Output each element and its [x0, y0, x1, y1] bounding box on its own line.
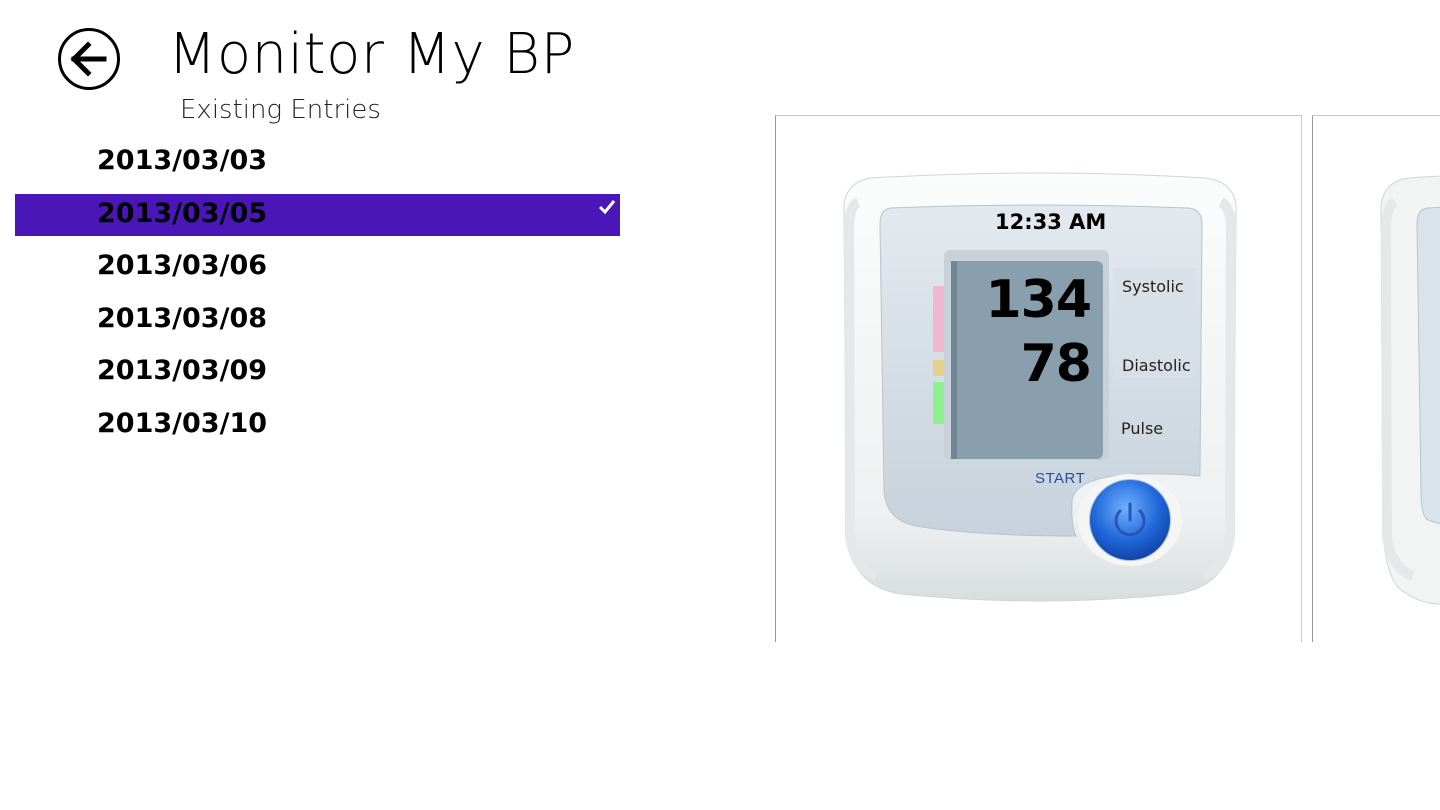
page-subtitle: Existing Entries [180, 95, 381, 125]
start-label: START [1035, 470, 1086, 487]
entry-date: 2013/03/06 [97, 250, 268, 282]
list-item[interactable]: 2013/03/03 [15, 141, 620, 183]
pulse-label: Pulse [1121, 419, 1164, 438]
next-reading-card[interactable] [1312, 115, 1440, 642]
back-arrow-icon [70, 41, 107, 77]
back-button[interactable] [58, 28, 120, 90]
entry-date: 2013/03/09 [97, 355, 268, 387]
list-item[interactable]: 2013/03/06 [15, 246, 620, 288]
checkmark-icon [598, 199, 616, 214]
systolic-value: 134 [985, 270, 1092, 330]
diastolic-value: 78 [1020, 334, 1092, 394]
systolic-label: Systolic [1122, 277, 1184, 296]
list-item[interactable]: 2013/03/10 [15, 404, 620, 446]
reading-card[interactable]: 12:33 AM 134 78 Systolic Diastolic Pulse… [775, 115, 1302, 642]
bp-monitor-device-partial [1380, 175, 1440, 605]
list-item[interactable]: 2013/03/08 [15, 299, 620, 341]
power-button[interactable] [1088, 486, 1172, 556]
reading-time: 12:33 AM [995, 210, 1107, 234]
entries-list: 2013/03/03 2013/03/05 2013/03/06 2013/03… [15, 141, 620, 457]
entry-date: 2013/03/05 [97, 197, 268, 229]
diastolic-label: Diastolic [1122, 356, 1191, 375]
list-item[interactable]: 2013/03/05 [15, 193, 620, 236]
entry-date: 2013/03/08 [97, 302, 268, 334]
entry-date: 2013/03/03 [97, 145, 268, 176]
list-item[interactable]: 2013/03/09 [15, 351, 620, 393]
entry-date: 2013/03/10 [97, 407, 268, 439]
page-title: Monitor My BP [168, 22, 575, 87]
